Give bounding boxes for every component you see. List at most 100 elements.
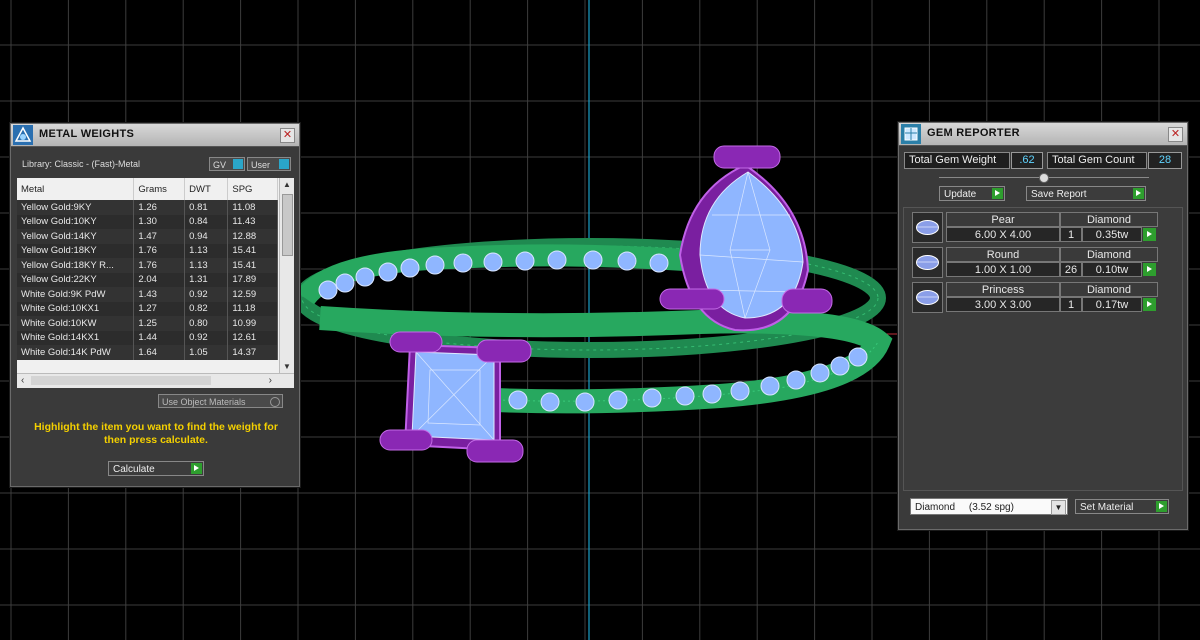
table-cell: 12.88 — [227, 229, 278, 244]
metal-table-container[interactable]: Metal Grams DWT SPG Yellow Gold:9KY 1.26 0.81… — [17, 178, 294, 388]
pave-gem — [318, 280, 338, 300]
table-row[interactable]: Yellow Gold:9KY 1.26 0.81 11.08 — [17, 200, 278, 215]
table-cell: Yellow Gold:14KY — [17, 229, 135, 244]
table-row[interactable]: Yellow Gold:14KY 1.47 0.94 12.88 — [17, 229, 278, 244]
table-cell: White Gold:10KW — [17, 316, 135, 331]
calculate-button[interactable]: Calculate — [108, 461, 204, 476]
pave-gem — [675, 386, 695, 406]
scroll-down-icon[interactable]: ▼ — [280, 360, 294, 374]
table-cell: 1.44 — [133, 330, 186, 345]
pave-gem — [848, 347, 868, 367]
table-cell: 11.18 — [227, 301, 278, 316]
material-select[interactable]: Diamond (3.52 spg) ▼ — [910, 498, 1068, 515]
table-row[interactable]: White Gold:14K PdW 1.64 1.05 14.37 — [17, 345, 278, 360]
close-icon[interactable]: ✕ — [1168, 127, 1183, 142]
pave-gem — [425, 255, 445, 275]
table-cell: 14.37 — [227, 345, 278, 360]
table-cell: 15.41 — [227, 258, 278, 273]
table-cell: White Gold:10KX1 — [17, 301, 135, 316]
gem-reporter-icon — [901, 124, 921, 144]
column-header-grams[interactable]: Grams — [133, 178, 186, 200]
gem-weight: 0.10tw — [1082, 262, 1142, 277]
close-icon[interactable]: ✕ — [280, 128, 295, 143]
table-row[interactable]: Yellow Gold:22KY 2.04 1.31 17.89 — [17, 272, 278, 287]
pave-gem — [547, 250, 567, 270]
pave-gem — [810, 363, 830, 383]
gem-reporter-titlebar[interactable]: GEM REPORTER ✕ — [899, 123, 1187, 146]
horizontal-scrollbar[interactable]: ‹ › — [17, 373, 294, 388]
table-row[interactable]: Yellow Gold:10KY 1.30 0.84 11.43 — [17, 214, 278, 229]
pear-prong-right — [781, 288, 833, 314]
play-icon — [1133, 188, 1144, 199]
table-cell: White Gold:14KX1 — [17, 330, 135, 345]
play-icon[interactable] — [1143, 298, 1156, 311]
gem-reporter-panel: GEM REPORTER ✕ Total Gem Weight .62 Tota… — [898, 122, 1188, 530]
divider-slider[interactable] — [939, 173, 1149, 183]
gv-toggle[interactable]: GV — [209, 157, 245, 171]
update-button[interactable]: Update — [939, 186, 1005, 201]
table-cell: 1.47 — [133, 229, 186, 244]
table-cell: 12.61 — [227, 330, 278, 345]
checkbox-icon — [270, 397, 280, 407]
column-header-dwt[interactable]: DWT — [184, 178, 229, 200]
table-cell: 1.26 — [133, 200, 186, 215]
gem-shape: Pear — [946, 212, 1060, 227]
table-cell: 0.80 — [184, 316, 229, 331]
table-cell: Yellow Gold:9KY — [17, 200, 135, 215]
table-cell: Yellow Gold:18KY R... — [17, 258, 135, 273]
table-cell: 11.08 — [227, 200, 278, 215]
slider-knob[interactable] — [1039, 173, 1049, 183]
gem-row[interactable]: Round Diamond 1.00 X 1.00 26 0.10tw — [912, 247, 1160, 278]
chevron-down-icon[interactable]: ▼ — [1051, 500, 1066, 515]
table-cell: 12.59 — [227, 287, 278, 302]
table-row[interactable]: White Gold:9K PdW 1.43 0.92 12.59 — [17, 287, 278, 302]
table-row[interactable]: White Gold:14KX1 1.44 0.92 12.61 — [17, 330, 278, 345]
column-header-metal[interactable]: Metal — [17, 178, 135, 200]
scroll-left-icon[interactable]: ‹ — [21, 374, 24, 388]
set-material-button[interactable]: Set Material — [1075, 499, 1169, 514]
use-object-materials-checkbox[interactable]: Use Object Materials — [158, 394, 283, 408]
total-gem-count-label: Total Gem Count — [1047, 152, 1147, 169]
play-icon[interactable] — [1143, 263, 1156, 276]
gem-size: 3.00 X 3.00 — [946, 297, 1060, 312]
table-cell: White Gold:14K PdW — [17, 345, 135, 360]
table-cell: 0.84 — [184, 214, 229, 229]
gem-count: 1 — [1060, 227, 1082, 242]
table-row[interactable]: White Gold:10KX1 1.27 0.82 11.18 — [17, 301, 278, 316]
gem-row[interactable]: Princess Diamond 3.00 X 3.00 1 0.17tw — [912, 282, 1160, 313]
ring-model[interactable] — [294, 145, 893, 463]
hscroll-thumb[interactable] — [31, 376, 211, 385]
gem-weight: 0.17tw — [1082, 297, 1142, 312]
table-cell: 11.43 — [227, 214, 278, 229]
scroll-up-icon[interactable]: ▲ — [280, 178, 294, 192]
table-row[interactable]: Yellow Gold:18KY R... 1.76 1.13 15.41 — [17, 258, 278, 273]
table-cell: 0.94 — [184, 229, 229, 244]
table-cell: 1.76 — [133, 243, 186, 258]
pave-gem — [575, 392, 595, 412]
play-icon — [992, 188, 1003, 199]
princess-prong-tl — [389, 331, 443, 353]
gem-row[interactable]: Pear Diamond 6.00 X 4.00 1 0.35tw — [912, 212, 1160, 243]
column-header-spg[interactable]: SPG — [227, 178, 278, 200]
table-cell: 0.82 — [184, 301, 229, 316]
table-row[interactable]: White Gold:10KW 1.25 0.80 10.99 — [17, 316, 278, 331]
table-cell: 2.04 — [133, 272, 186, 287]
user-toggle[interactable]: User — [247, 157, 291, 171]
pave-gem — [515, 251, 535, 271]
gem-size: 6.00 X 4.00 — [946, 227, 1060, 242]
hint-text: Highlight the item you want to find the … — [34, 421, 278, 446]
table-cell: 1.64 — [133, 345, 186, 360]
table-cell: 1.76 — [133, 258, 186, 273]
gem-list: Pear Diamond 6.00 X 4.00 1 0.35tw Round Diamon… — [903, 207, 1183, 491]
pave-gem — [355, 267, 375, 287]
save-report-button[interactable]: Save Report — [1026, 186, 1146, 201]
scroll-thumb[interactable] — [282, 194, 293, 256]
scroll-right-icon[interactable]: › — [269, 374, 272, 388]
round-gem-icon — [912, 247, 943, 278]
play-icon[interactable] — [1143, 228, 1156, 241]
pave-gem — [583, 250, 603, 270]
table-row[interactable]: Yellow Gold:18KY 1.76 1.13 15.41 — [17, 243, 278, 258]
vertical-scrollbar[interactable]: ▲ ▼ — [279, 178, 294, 374]
total-gem-weight-value: .62 — [1011, 152, 1043, 169]
metal-weights-titlebar[interactable]: METAL WEIGHTS ✕ — [11, 124, 299, 147]
